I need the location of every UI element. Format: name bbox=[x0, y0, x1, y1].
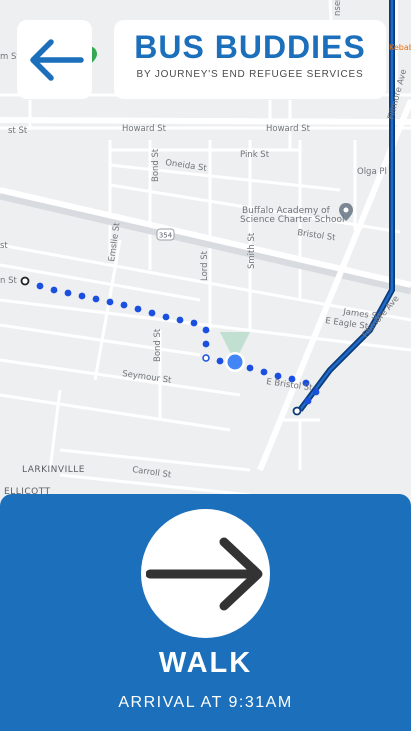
poi-label-kebab: Kebab bbox=[389, 43, 411, 52]
street-label: Lord St bbox=[200, 250, 210, 281]
instruction-action: WALK bbox=[158, 647, 253, 679]
street-label: st bbox=[0, 241, 8, 251]
route-start-marker bbox=[20, 276, 30, 286]
arrival-time: ARRIVAL AT 9:31AM bbox=[118, 694, 293, 711]
app-title: BUS BUDDIES bbox=[134, 29, 366, 65]
route-waypoint bbox=[202, 354, 210, 362]
back-button[interactable] bbox=[17, 20, 92, 99]
app-subtitle: BY JOURNEY'S END REFUGEE SERVICES bbox=[136, 69, 364, 80]
place-label: LARKINVILLE bbox=[22, 465, 85, 475]
street-label: Bond St bbox=[153, 328, 163, 362]
user-location-dot bbox=[227, 354, 243, 370]
arrow-right-icon bbox=[145, 537, 262, 610]
street-label: Howard St bbox=[266, 124, 311, 134]
street-label: Pink St bbox=[240, 150, 270, 160]
route-354-label: 354 bbox=[159, 232, 173, 240]
instruction-panel: WALK ARRIVAL AT 9:31AM bbox=[0, 494, 411, 731]
street-label: Bristol St bbox=[297, 228, 337, 243]
street-label: Smith St bbox=[247, 232, 257, 269]
street-label: nsend bbox=[333, 0, 343, 16]
street-label: st St bbox=[8, 126, 28, 136]
street-label: Olga Pl bbox=[357, 167, 387, 177]
street-label: Carroll St bbox=[132, 465, 173, 480]
street-label: n St bbox=[0, 276, 17, 286]
header-card: BUS BUDDIES BY JOURNEY'S END REFUGEE SER… bbox=[114, 20, 386, 99]
bus-stop-marker bbox=[292, 406, 302, 416]
street-label: Seymour St bbox=[122, 369, 173, 386]
street-label: Bond St bbox=[151, 148, 161, 182]
poi-label: Science Charter School bbox=[240, 215, 344, 225]
arrow-left-icon bbox=[29, 38, 84, 81]
instruction-icon-circle bbox=[141, 509, 270, 638]
street-label: Howard St bbox=[122, 124, 167, 134]
